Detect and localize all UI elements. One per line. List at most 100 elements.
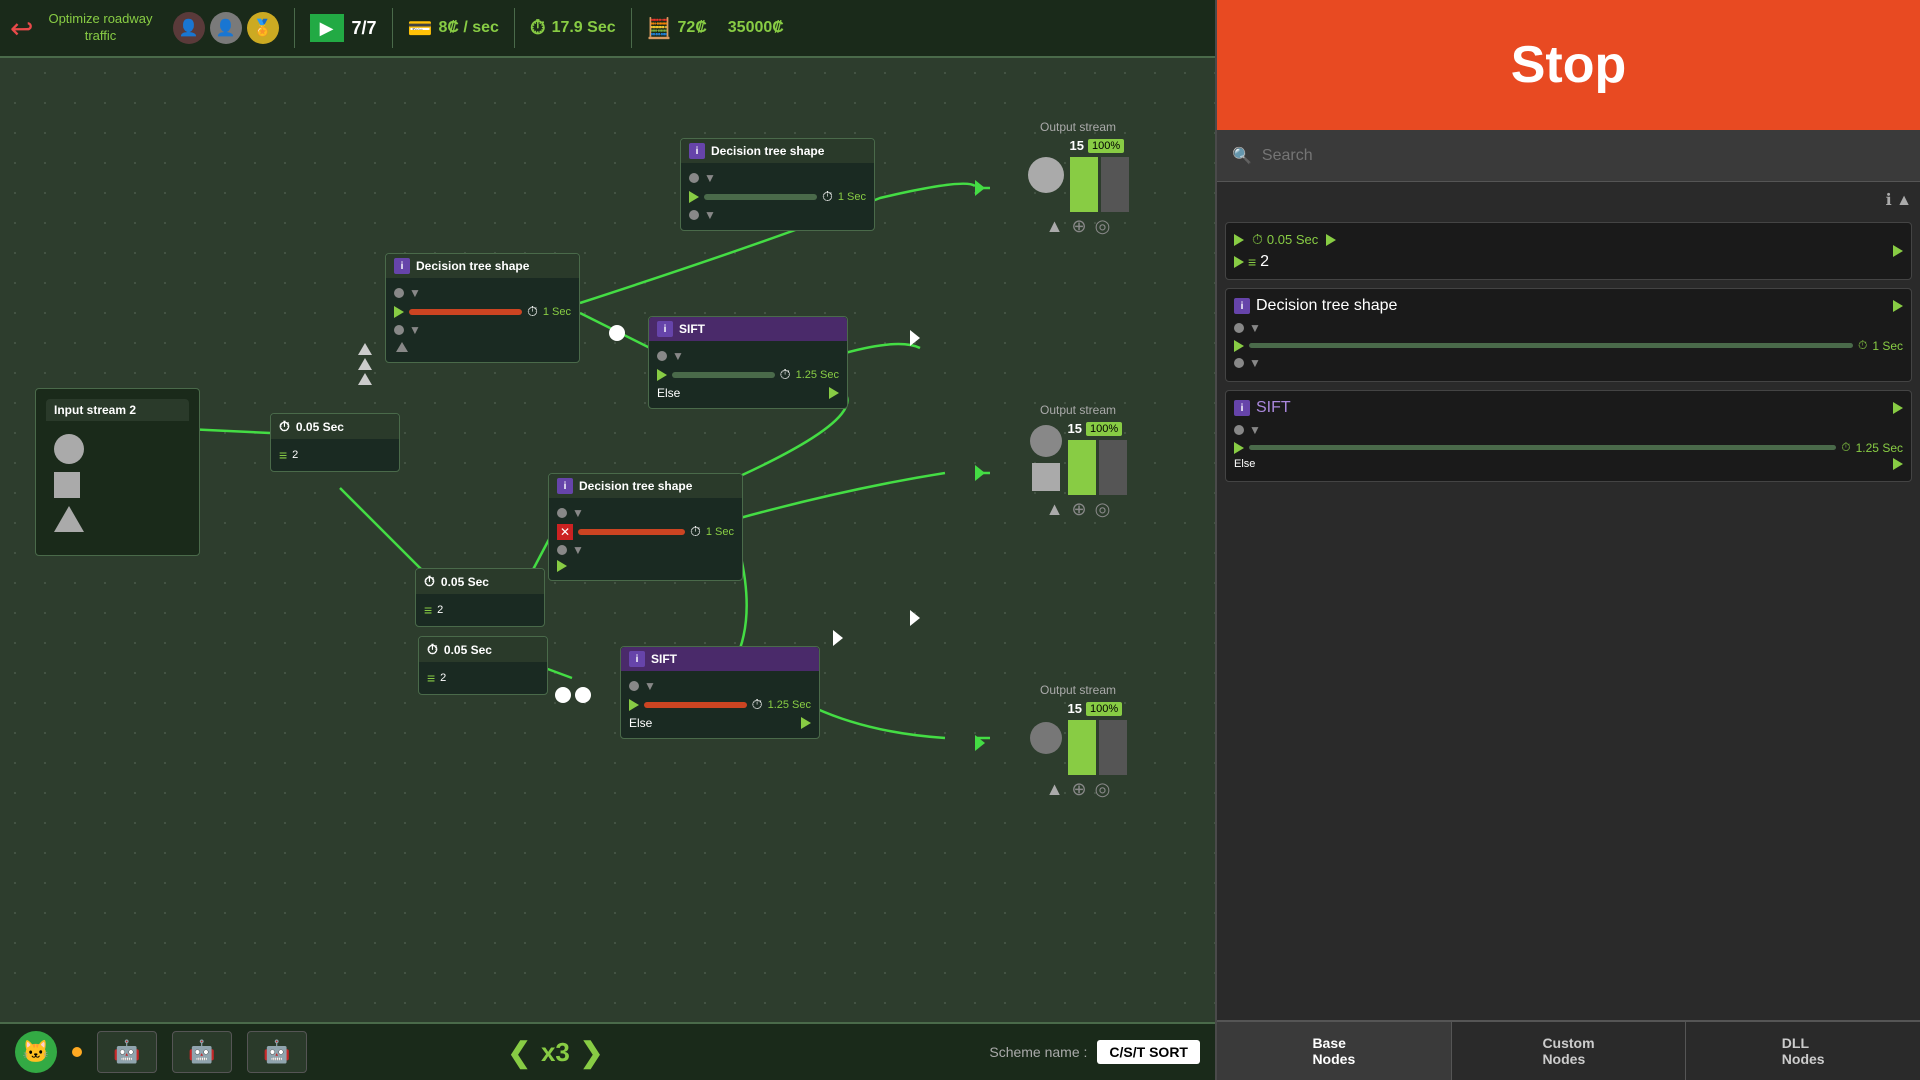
- p1-play3: [1234, 256, 1244, 268]
- decision1-body: ▼ ⏱ 1 Sec ▼: [386, 278, 579, 362]
- sift1-timer: 1.25 Sec: [796, 369, 839, 381]
- tab-dll-nodes[interactable]: DLLNodes: [1686, 1022, 1920, 1080]
- proc1-timer: 0.05 Sec: [296, 420, 344, 434]
- panel-info-icon[interactable]: ℹ ▲: [1886, 190, 1912, 210]
- p3-else-arrow: [1893, 458, 1903, 470]
- proc3-header: ⏱ 0.05 Sec: [419, 637, 547, 662]
- shape-circle: [54, 434, 84, 464]
- p3-play: [1234, 442, 1244, 454]
- dot-top-1: [689, 173, 699, 183]
- decision-node-1[interactable]: i Decision tree shape ▼ ⏱ 1 Sec ▼: [385, 253, 580, 363]
- sift2-title: SIFT: [651, 652, 677, 666]
- decision1-timer: 1 Sec: [543, 306, 571, 318]
- stop-button[interactable]: Stop: [1217, 0, 1920, 130]
- speed-control: ❮ x3 ❯: [508, 1036, 604, 1069]
- decision-node-3[interactable]: i Decision tree shape ▼ ✕ ⏱ 1 Sec ▼: [548, 473, 743, 581]
- sift2-else: [801, 717, 811, 729]
- p2-title: Decision tree shape: [1256, 297, 1397, 315]
- d3-dot-2: [557, 545, 567, 555]
- search-input[interactable]: [1262, 147, 1905, 165]
- sift2-dot: [629, 681, 639, 691]
- info-icon-3: i: [557, 478, 573, 494]
- p1-play2: [1326, 234, 1336, 246]
- decision-top-body: ▼ ⏱ 1 Sec ▼: [681, 163, 874, 230]
- proc3-body: ≡ 2: [419, 662, 547, 694]
- queue-items: [358, 343, 372, 385]
- divider: [294, 8, 295, 48]
- rate-icon: 💳: [408, 16, 433, 41]
- decision-top-title: Decision tree shape: [711, 144, 824, 158]
- scheme-label: Scheme name :: [989, 1044, 1087, 1060]
- bot-avatar-2[interactable]: 🤖: [172, 1031, 232, 1073]
- panel-node-2: i Decision tree shape ▼ ⏱ 1 Sec ▼: [1225, 288, 1912, 382]
- sift1-header: i SIFT: [649, 317, 847, 341]
- proc2-body: ≡ 2: [416, 594, 544, 626]
- shape-square: [54, 472, 80, 498]
- panel-node-3: i SIFT ▼ ⏱ 1.25 Sec Else: [1225, 390, 1912, 482]
- info-icon-sift2: i: [629, 651, 645, 667]
- dot-2: [394, 325, 404, 335]
- bottom-bar: 🐱 🤖 🤖 🤖 ❮ x3 ❯ Scheme name : C/S/T SORT: [0, 1022, 1215, 1080]
- proc1-header: ⏱ 0.05 Sec: [271, 414, 399, 439]
- sift2-play: [629, 699, 639, 711]
- stat-rate: 💳 8₡ / sec: [408, 16, 499, 41]
- time-icon: ⏱: [530, 17, 546, 40]
- step-icon: ▶: [310, 14, 344, 42]
- page-title: Optimize roadway traffic: [48, 11, 152, 45]
- proc1-body: ≡ 2: [271, 439, 399, 471]
- decision3-timer: 1 Sec: [706, 526, 734, 538]
- decision-top-header: i Decision tree shape: [681, 139, 874, 163]
- p1-list: 2: [1260, 253, 1269, 271]
- input-stream-title: Input stream 2: [54, 403, 136, 417]
- bot-avatar-1[interactable]: 🤖: [97, 1031, 157, 1073]
- p2-play: [1234, 340, 1244, 352]
- input-stream-body: [46, 421, 189, 545]
- tab-custom-nodes[interactable]: CustomNodes: [1452, 1022, 1687, 1080]
- sift1-play: [657, 369, 667, 381]
- canvas-area: Input stream 2 ⏱ 0.05 Sec ≡ 2 i Decision…: [0, 58, 1215, 1080]
- sift2-header: i SIFT: [621, 647, 819, 671]
- top-play: [689, 191, 699, 203]
- shape-triangle: [54, 506, 84, 532]
- p2-arrow: [1893, 300, 1903, 312]
- proc2-timer: 0.05 Sec: [441, 575, 489, 589]
- p3-info: i: [1234, 400, 1250, 416]
- bot-avatar-3[interactable]: 🤖: [247, 1031, 307, 1073]
- speed-increase[interactable]: ❯: [580, 1036, 603, 1069]
- proc3-timer: 0.05 Sec: [444, 643, 492, 657]
- step-counter: ▶ 7/7: [310, 14, 377, 42]
- panel-footer: BaseNodes CustomNodes DLLNodes: [1217, 1020, 1920, 1080]
- p2-timer: 1 Sec: [1872, 339, 1903, 353]
- back-button[interactable]: ↩: [10, 12, 33, 45]
- processor-node-3: ⏱ 0.05 Sec ≡ 2: [418, 636, 548, 695]
- input-stream-header: Input stream 2: [46, 399, 189, 421]
- divider2: [392, 8, 393, 48]
- speed-decrease[interactable]: ❮: [508, 1036, 531, 1069]
- play-icon: [394, 306, 404, 318]
- step-count: 7/7: [352, 18, 377, 39]
- cat-icon: 🐱: [15, 1031, 57, 1073]
- decision1-title: Decision tree shape: [416, 259, 529, 273]
- tab-base-nodes[interactable]: BaseNodes: [1217, 1022, 1452, 1080]
- p3-dot: [1234, 425, 1244, 435]
- decision-node-top[interactable]: i Decision tree shape ▼ ⏱ 1 Sec ▼: [680, 138, 875, 231]
- right-panel: Stop 🔍 ℹ ▲ ⏱ 0.05 Sec ≡ 2: [1215, 0, 1920, 1080]
- decision-top-timer: 1 Sec: [838, 191, 866, 203]
- p1-arrow: [1893, 245, 1903, 257]
- scheme-name-area: Scheme name : C/S/T SORT: [989, 1040, 1200, 1064]
- decision1-header: i Decision tree shape: [386, 254, 579, 278]
- sift-node-1[interactable]: i SIFT ▼ ⏱ 1.25 Sec Else: [648, 316, 848, 409]
- decision3-body: ▼ ✕ ⏱ 1 Sec ▼: [549, 498, 742, 580]
- sift-node-2[interactable]: i SIFT ▼ ⏱ 1.25 Sec Else: [620, 646, 820, 739]
- decision3-header: i Decision tree shape: [549, 474, 742, 498]
- dot-1: [394, 288, 404, 298]
- header: ↩ Optimize roadway traffic 👤 👤 🏅 ▶ 7/7 💳…: [0, 0, 1215, 58]
- info-icon-top: i: [689, 143, 705, 159]
- p1-play: [1234, 234, 1244, 246]
- sift2-body: ▼ ⏱ 1.25 Sec Else: [621, 671, 819, 738]
- d3-play: [557, 560, 567, 572]
- stat-points: 🧮 72₡ 35000₡: [647, 16, 784, 41]
- sift1-else: [829, 387, 839, 399]
- output-stream-3: Output stream 15 100% ▲ ⊕ ◎: [968, 683, 1188, 800]
- calc-icon: 🧮: [647, 16, 672, 41]
